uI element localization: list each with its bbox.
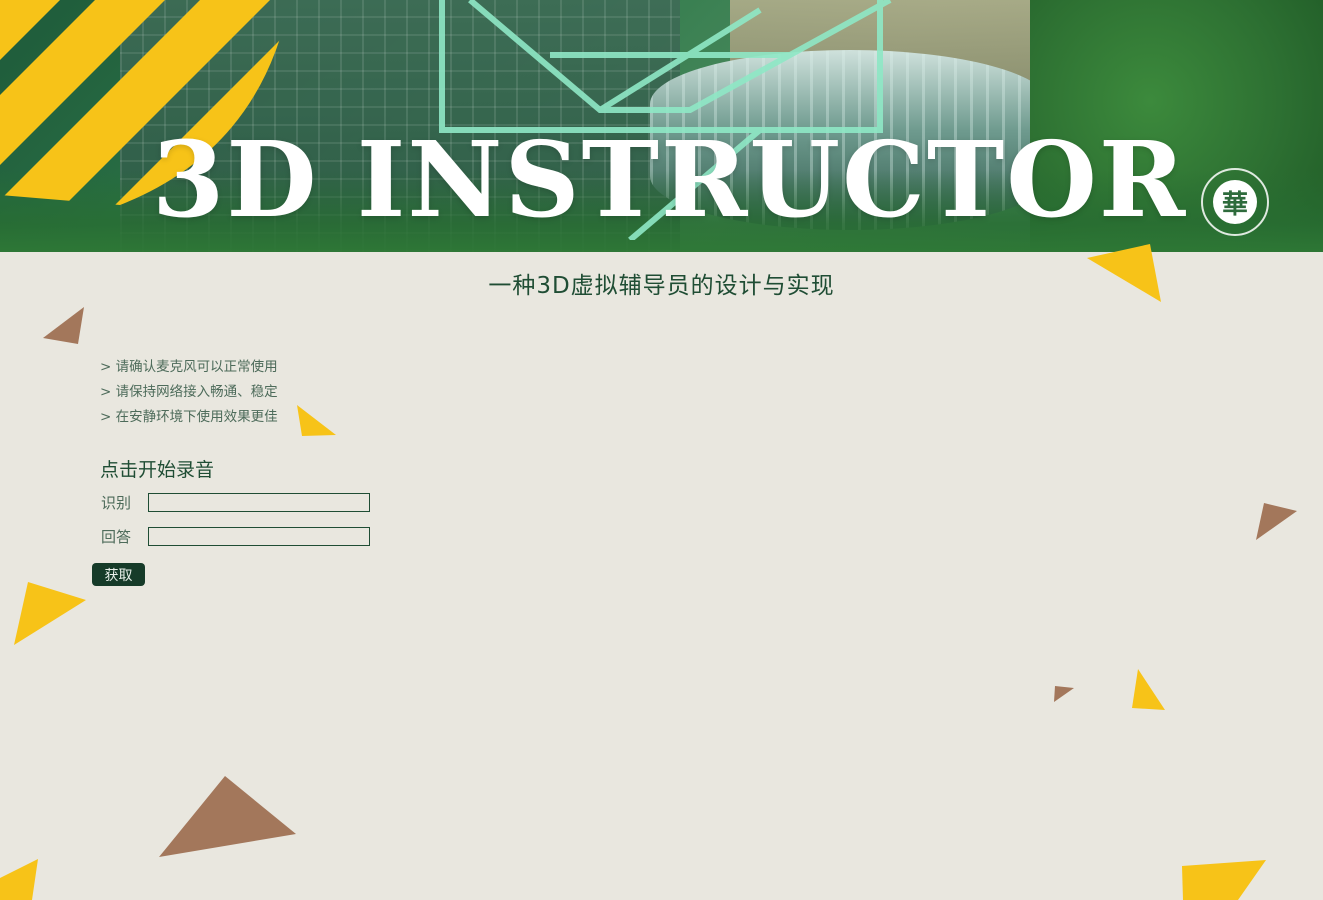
brown-triangle-decoration <box>1054 686 1074 702</box>
recognize-label: 识别 <box>101 494 132 512</box>
tip-environment: > 在安静环境下使用效果更佳 <box>100 409 278 425</box>
brown-triangle-decoration <box>1256 503 1297 540</box>
yellow-triangle-decoration <box>0 859 38 900</box>
yellow-triangle-decoration <box>297 405 336 436</box>
answer-input[interactable] <box>148 527 370 546</box>
fetch-button[interactable]: 获取 <box>92 563 145 586</box>
yellow-triangle-decoration <box>1132 669 1165 710</box>
answer-row: 回答 <box>101 526 370 547</box>
yellow-triangle-decoration <box>1182 860 1266 900</box>
tips-list: > 请确认麦克风可以正常使用 > 请保持网络接入畅通、稳定 > 在安静环境下使用… <box>100 358 278 433</box>
brown-triangle-decoration <box>159 776 296 857</box>
answer-label: 回答 <box>101 528 132 546</box>
university-emblem-icon: 華 <box>1201 168 1269 236</box>
app-title: 3D INSTRUCTOR <box>152 118 1188 241</box>
page-subtitle: 一种3D虚拟辅导员的设计与实现 <box>488 273 835 299</box>
yellow-triangle-decoration <box>14 582 86 645</box>
recognize-row: 识别 <box>101 492 370 513</box>
tip-microphone: > 请确认麦克风可以正常使用 <box>100 359 278 375</box>
recognize-input[interactable] <box>148 493 370 512</box>
header-banner: 3D INSTRUCTOR 華 <box>0 0 1323 252</box>
start-recording-link[interactable]: 点击开始录音 <box>100 455 214 482</box>
tip-network: > 请保持网络接入畅通、稳定 <box>100 384 278 400</box>
brown-triangle-decoration <box>43 307 84 344</box>
